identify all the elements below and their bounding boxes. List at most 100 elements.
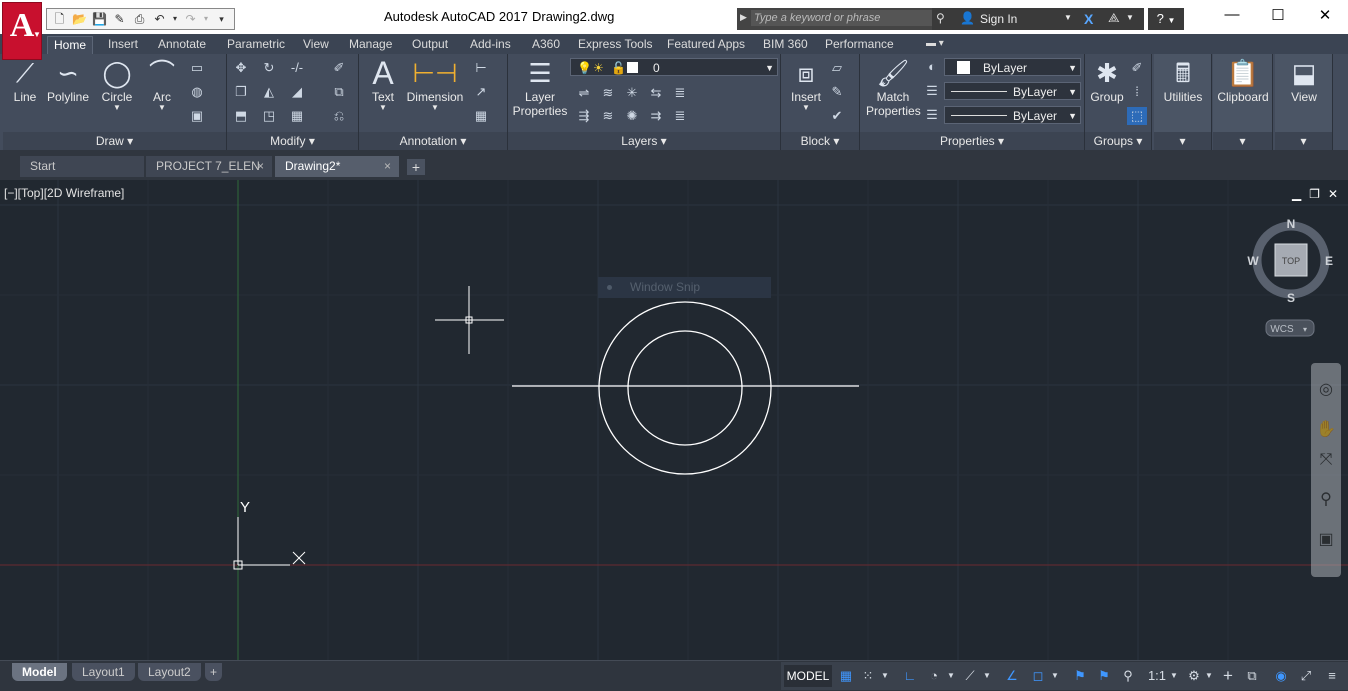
binoculars-icon[interactable]: ⚲ xyxy=(936,11,945,25)
hardware-acceleration-icon[interactable]: ◉ xyxy=(1271,665,1291,687)
minimize-icon[interactable]: — xyxy=(1217,6,1247,26)
sign-in-dropdown-icon[interactable]: ▼ xyxy=(1064,13,1072,22)
annotation-scale-icon[interactable]: ⚲ xyxy=(1119,665,1137,687)
layer-dropdown[interactable]: 💡 ☀ 🔓 0 ▼ xyxy=(570,58,778,76)
exchange-apps-icon[interactable]: X xyxy=(1084,11,1093,27)
tab-view[interactable]: View xyxy=(297,36,335,54)
view-panel[interactable]: ⬓ View ▾ xyxy=(1275,54,1333,150)
draw-panel-title[interactable]: Draw ▾ xyxy=(3,132,226,150)
print-icon[interactable]: ⎙ xyxy=(131,11,148,27)
steering-wheel-icon[interactable]: ◎ xyxy=(1311,379,1341,399)
redo-icon[interactable]: ↷ xyxy=(182,11,199,27)
scale-dropdown-icon[interactable]: ▼ xyxy=(1169,665,1179,687)
redo-dropdown-icon[interactable]: ▾ xyxy=(202,11,210,27)
a360-icon[interactable]: ⟁ xyxy=(1108,10,1120,26)
dimension-button[interactable]: ⊢⊣ Dimension ▼ xyxy=(405,56,465,112)
polar-dropdown-icon[interactable]: ▼ xyxy=(945,665,957,687)
viewcube-top-face[interactable]: TOP xyxy=(1282,256,1300,266)
polar-tracking-icon[interactable]: ◔ xyxy=(925,665,943,687)
modify-panel-title[interactable]: Modify ▾ xyxy=(227,132,358,150)
workspace-dropdown-icon[interactable]: ▼ xyxy=(1203,665,1215,687)
viewport-controls-label[interactable]: [−][Top][2D Wireframe] xyxy=(4,186,124,200)
tab-home[interactable]: Home xyxy=(47,36,94,54)
maximize-icon[interactable]: ☐ xyxy=(1263,6,1293,26)
drawing-canvas-svg[interactable]: Y TOP N S E W WCS ▾ xyxy=(0,180,1348,660)
view-expand-icon[interactable]: ▾ xyxy=(1275,132,1332,150)
layer-lock-icon[interactable]: ⇆ xyxy=(646,84,666,102)
clipboard-panel[interactable]: 📋 Clipboard ▾ xyxy=(1213,54,1273,150)
view-button[interactable]: ⬓ View xyxy=(1275,56,1333,104)
doc-tab-drawing2[interactable]: Drawing2* × xyxy=(275,156,399,177)
ortho-mode-icon[interactable]: ∟ xyxy=(901,665,919,687)
utilities-panel[interactable]: 🖩 Utilities ▾ xyxy=(1154,54,1212,150)
ungroup-icon[interactable]: ✐ xyxy=(1127,59,1147,77)
viewport-minimize-icon[interactable]: ▁ xyxy=(1292,187,1301,201)
tab-bim-360[interactable]: BIM 360 xyxy=(757,36,814,54)
layer-properties-button[interactable]: ☰ Layer Properties xyxy=(512,56,568,118)
utilities-button[interactable]: 🖩 Utilities xyxy=(1154,56,1212,104)
block-panel-title[interactable]: Block ▾ xyxy=(781,132,859,150)
mirror-icon[interactable]: ◭ xyxy=(259,83,279,101)
showmotion-icon[interactable]: ▣ xyxy=(1311,529,1341,549)
object-snap-icon[interactable]: ◻ xyxy=(1029,665,1047,687)
utilities-expand-icon[interactable]: ▾ xyxy=(1154,132,1211,150)
snap-dropdown-icon[interactable]: ▼ xyxy=(879,665,891,687)
viewcube[interactable]: TOP N S E W WCS ▾ xyxy=(1247,217,1333,337)
create-block-icon[interactable]: ▱ xyxy=(827,59,847,77)
scale-icon[interactable]: ◳ xyxy=(259,107,279,125)
viewport-close-icon[interactable]: ✕ xyxy=(1328,187,1338,201)
workspace-gear-icon[interactable]: ⚙ xyxy=(1185,665,1203,687)
grid-display-icon[interactable]: ▦ xyxy=(837,665,855,687)
line-button[interactable]: ⟋ Line xyxy=(7,56,43,104)
units-icon[interactable]: ⧉ xyxy=(1243,665,1261,687)
isodraft-dropdown-icon[interactable]: ▼ xyxy=(981,665,993,687)
insert-block-button[interactable]: ⧈ Insert ▼ xyxy=(785,56,827,112)
stretch-icon[interactable]: ⬒ xyxy=(231,107,251,125)
text-button[interactable]: A Text ▼ xyxy=(365,56,401,112)
clean-screen-icon[interactable]: ⤢ xyxy=(1297,665,1315,687)
snap-mode-icon[interactable]: ⁙ xyxy=(859,665,877,687)
color-dropdown[interactable]: ByLayer ▼ xyxy=(944,58,1081,76)
auto-scale-icon[interactable]: ⚑ xyxy=(1095,665,1113,687)
search-expand-icon[interactable]: ▶ xyxy=(740,12,747,23)
leader-icon[interactable]: ↗ xyxy=(471,83,491,101)
doc-tab-close-icon[interactable]: × xyxy=(384,156,391,177)
save-as-icon[interactable]: ✎ xyxy=(111,11,128,27)
search-input[interactable] xyxy=(751,10,933,26)
zoom-extents-icon[interactable]: ⤧ xyxy=(1311,451,1341,469)
layout-tab-model[interactable]: Model xyxy=(12,663,67,681)
compass-north[interactable]: N xyxy=(1287,217,1296,231)
properties-panel-title[interactable]: Properties ▾ xyxy=(860,132,1084,150)
undo-dropdown-icon[interactable]: ▾ xyxy=(171,11,179,27)
circle-button[interactable]: ◯ Circle ▼ xyxy=(95,56,139,112)
layer-freeze-icon[interactable]: ✳ xyxy=(622,84,642,102)
sign-in-button[interactable]: Sign In xyxy=(980,12,1017,26)
tab-manage[interactable]: Manage xyxy=(343,36,398,54)
group-edit-icon[interactable]: ⁞ xyxy=(1127,83,1147,101)
layer-walk-icon[interactable]: ≣ xyxy=(670,107,690,125)
tab-annotate[interactable]: Annotate xyxy=(152,36,212,54)
trim-icon[interactable]: -/- xyxy=(287,59,307,77)
linetype-dropdown[interactable]: ByLayer ▼ xyxy=(944,82,1081,100)
compass-east[interactable]: E xyxy=(1325,254,1333,268)
open-file-icon[interactable]: 📂 xyxy=(71,11,88,27)
inner-circle[interactable] xyxy=(627,330,743,446)
application-menu-button[interactable]: A ▼ xyxy=(2,2,42,60)
lineweight-dropdown[interactable]: ByLayer ▼ xyxy=(944,106,1081,124)
rotate-icon[interactable]: ↻ xyxy=(259,59,279,77)
help-button[interactable]: ? ▼ xyxy=(1148,8,1184,30)
boundary-icon[interactable]: ▣ xyxy=(187,107,207,125)
explode-icon[interactable]: ⧉ xyxy=(329,83,349,101)
edit-attributes-icon[interactable]: ✔ xyxy=(827,107,847,125)
undo-icon[interactable]: ↶ xyxy=(151,11,168,27)
layer-thaw-icon[interactable]: ✺ xyxy=(622,107,642,125)
compass-west[interactable]: W xyxy=(1247,254,1259,268)
isodraft-icon[interactable]: ⟋ xyxy=(961,665,979,687)
tab-express-tools[interactable]: Express Tools xyxy=(572,36,658,54)
array-icon[interactable]: ▦ xyxy=(287,107,307,125)
move-icon[interactable]: ✥ xyxy=(231,59,251,77)
osnap-dropdown-icon[interactable]: ▼ xyxy=(1049,665,1061,687)
edit-block-icon[interactable]: ✎ xyxy=(827,83,847,101)
group-selection-icon[interactable]: ⬚ xyxy=(1127,107,1147,125)
annotation-monitor-icon[interactable]: + xyxy=(1219,665,1237,687)
